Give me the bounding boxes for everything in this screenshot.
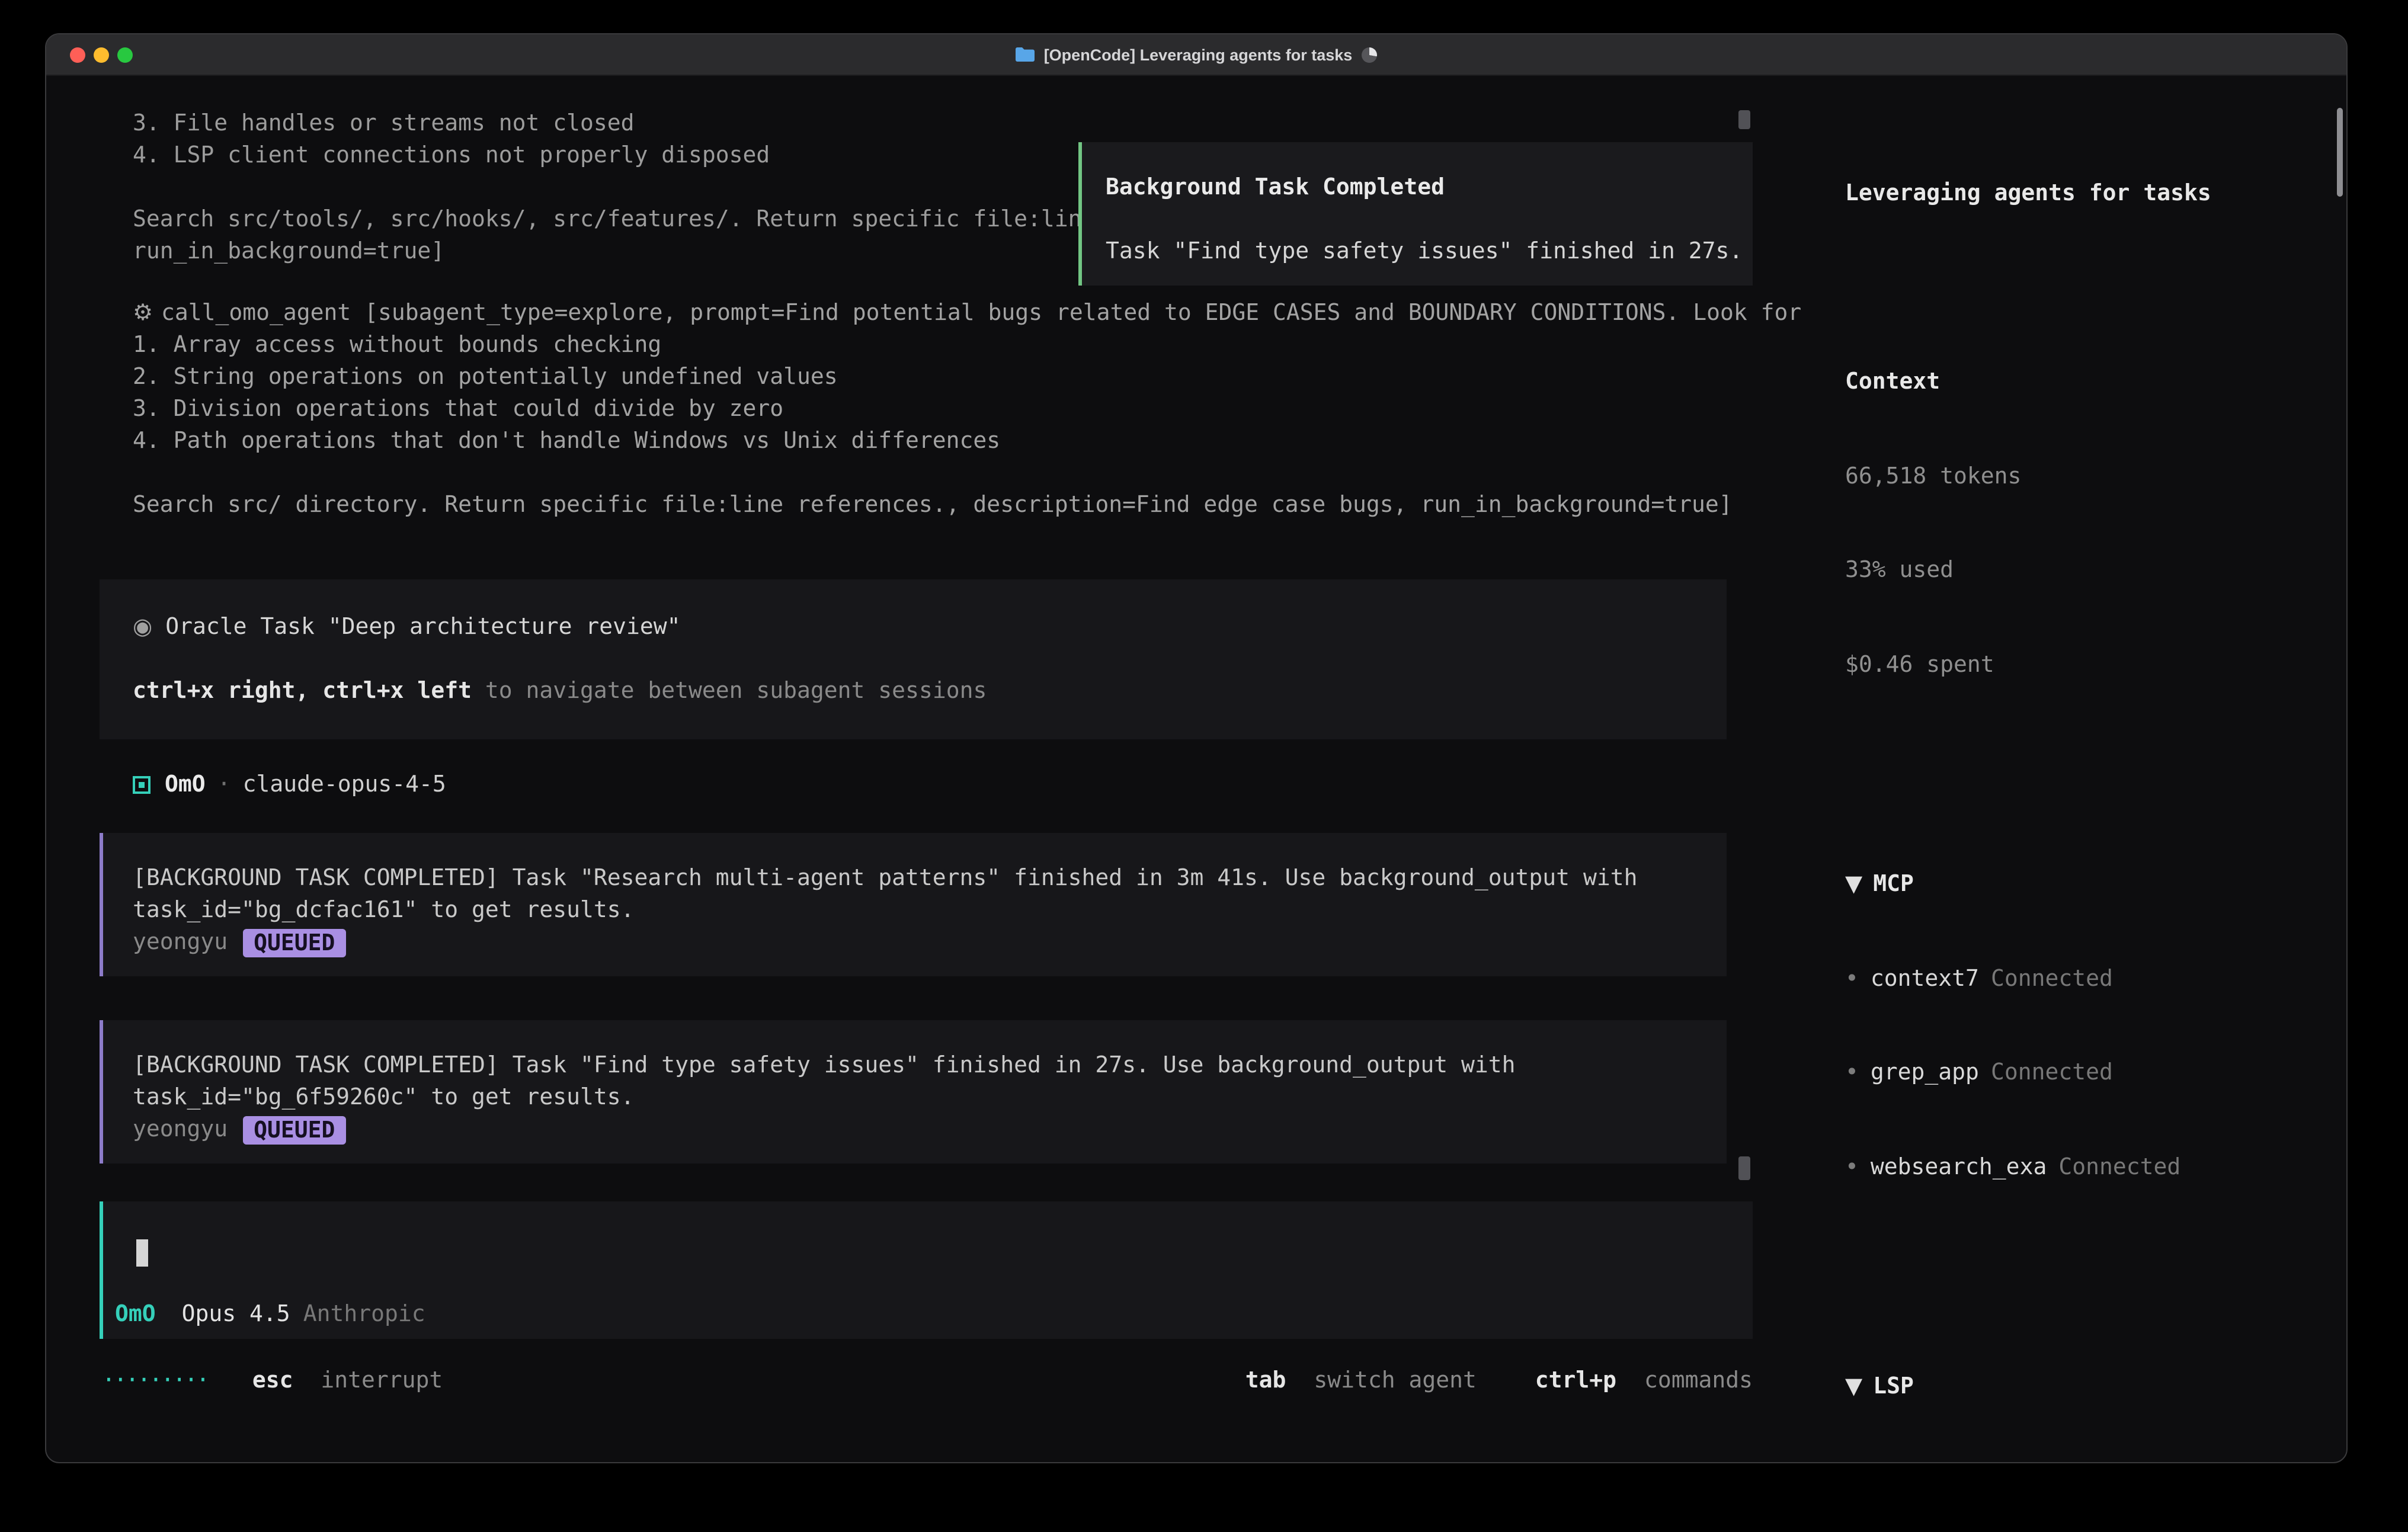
sidebar-scrollbar-thumb[interactable] xyxy=(2337,108,2343,197)
main-scrollbar-thumb-top[interactable] xyxy=(1738,110,1750,129)
tool-call-body: 1. Array access without bounds checking … xyxy=(133,329,1827,521)
mcp-item-status: Connected xyxy=(1991,965,2113,991)
titlebar: [OpenCode] Leveraging agents for tasks xyxy=(46,34,2346,76)
context-spent: $0.46 spent xyxy=(1845,649,2346,680)
message-body: [BACKGROUND TASK COMPLETED] Task "Resear… xyxy=(133,863,1727,927)
agent-name: OmO xyxy=(165,769,206,801)
busy-indicator-icon xyxy=(1362,47,1377,62)
oracle-icon: ◉ xyxy=(133,614,152,640)
main-scrollbar-thumb-bottom[interactable] xyxy=(1738,1156,1750,1180)
queued-badge: QUEUED xyxy=(243,1116,345,1144)
message-footer: yeongyu QUEUED xyxy=(133,1114,1727,1146)
close-button[interactable] xyxy=(70,47,85,63)
input-agent-name: OmO xyxy=(115,1299,156,1331)
chevron-down-icon: ▼ xyxy=(1845,1373,1862,1399)
folder-icon xyxy=(1016,47,1035,62)
tab-key-hint: tab xyxy=(1245,1367,1286,1393)
prompt-input[interactable]: OmO Opus 4.5 Anthropic xyxy=(100,1201,1753,1339)
app: [OpenCode] Leveraging agents for tasks 3… xyxy=(0,0,2408,1532)
esc-key-hint: esc xyxy=(252,1367,293,1393)
gear-icon: ⚙ xyxy=(133,297,161,329)
model-info-row: OmO Opus 4.5 Anthropic xyxy=(115,1299,425,1331)
mcp-item-name: context7 xyxy=(1871,965,1979,991)
sidebar-title: Leveraging agents for tasks xyxy=(1845,178,2346,209)
opencode-window: [OpenCode] Leveraging agents for tasks 3… xyxy=(45,33,2348,1463)
scrollback-text: 3. File handles or streams not closed 4.… xyxy=(133,108,1095,268)
message-user: yeongyu xyxy=(133,927,228,959)
mcp-item-name: websearch_exa xyxy=(1871,1153,2047,1180)
mcp-heading: MCP xyxy=(1873,871,1914,897)
tab-key-label: switch agent xyxy=(1314,1367,1477,1393)
context-tokens: 66,518 tokens xyxy=(1845,460,2346,492)
status-left: ········· esc interrupt xyxy=(102,1365,443,1397)
traffic-lights xyxy=(70,34,133,76)
mcp-item: • websearch_exa Connected xyxy=(1845,1151,2346,1182)
tool-call-line: call_omo_agent [subagent_type=explore, p… xyxy=(161,300,1801,326)
oracle-task-row: ◉ Oracle Task "Deep architecture review" xyxy=(133,611,1727,643)
context-used: 33% used xyxy=(1845,555,2346,586)
mcp-item-status: Connected xyxy=(1991,1059,2113,1085)
omo-agent-icon xyxy=(133,776,150,794)
agent-header: OmO · claude-opus-4-5 xyxy=(133,769,446,801)
message-body: [BACKGROUND TASK COMPLETED] Task "Find t… xyxy=(133,1050,1727,1114)
background-task-toast: Background Task Completed Task "Find typ… xyxy=(1078,142,1753,286)
terminal-main: 3. File handles or streams not closed 4.… xyxy=(46,76,1817,1462)
mcp-item: • grep_app Connected xyxy=(1845,1057,2346,1088)
bullet-icon: • xyxy=(1845,1153,1859,1180)
lsp-section-header[interactable]: ▼ LSP xyxy=(1845,1371,2346,1402)
context-heading: Context xyxy=(1845,366,2346,398)
status-bar: ········· esc interrupt tab switch agent… xyxy=(102,1365,1753,1397)
message-footer: yeongyu QUEUED xyxy=(133,927,1727,959)
shortcut-hint: ctrl+x right, ctrl+x left to navigate be… xyxy=(133,675,1727,707)
toast-title: Background Task Completed xyxy=(1106,172,1748,204)
input-model-provider: Anthropic xyxy=(303,1299,425,1331)
window-title: [OpenCode] Leveraging agents for tasks xyxy=(1044,39,1353,70)
zoom-button[interactable] xyxy=(117,47,133,63)
message-user: yeongyu xyxy=(133,1114,228,1146)
chevron-down-icon: ▼ xyxy=(1845,871,1862,897)
mcp-item-status: Connected xyxy=(2058,1153,2180,1180)
queued-badge: QUEUED xyxy=(243,928,345,957)
ctrl-p-key-hint: ctrl+p xyxy=(1535,1367,1616,1393)
text-cursor xyxy=(136,1239,148,1267)
input-model-name: Opus 4.5 xyxy=(182,1299,290,1331)
mcp-item-name: grep_app xyxy=(1871,1059,1979,1085)
ctrl-p-key-label: commands xyxy=(1644,1367,1753,1393)
tool-call-block: ⚙call_omo_agent [subagent_type=explore, … xyxy=(133,297,1827,521)
agent-separator: · xyxy=(217,769,231,801)
spinner-icon: ········· xyxy=(102,1367,208,1393)
oracle-task-title: Oracle Task "Deep architecture review" xyxy=(165,614,680,640)
lsp-heading: LSP xyxy=(1873,1373,1914,1399)
esc-key-label: interrupt xyxy=(321,1367,443,1393)
mcp-item: • context7 Connected xyxy=(1845,963,2346,994)
bullet-icon: • xyxy=(1845,965,1859,991)
agent-model: claude-opus-4-5 xyxy=(243,769,446,801)
background-task-message: [BACKGROUND TASK COMPLETED] Task "Find t… xyxy=(100,1020,1727,1164)
sidebar: Leveraging agents for tasks Context 66,5… xyxy=(1812,76,2346,1462)
tool-call-header: ⚙call_omo_agent [subagent_type=explore, … xyxy=(133,297,1827,329)
bullet-icon: • xyxy=(1845,1059,1859,1085)
status-right: tab switch agent ctrl+p commands xyxy=(1245,1365,1753,1397)
minimize-button[interactable] xyxy=(94,47,109,63)
toast-body: Task "Find type safety issues" finished … xyxy=(1106,236,1748,268)
mcp-section-header[interactable]: ▼ MCP xyxy=(1845,868,2346,900)
shortcut-description: to navigate between subagent sessions xyxy=(472,678,987,704)
shortcut-keys: ctrl+x right, ctrl+x left xyxy=(133,678,472,704)
oracle-task-panel: ◉Oracle Task "Deep architecture review" … xyxy=(100,579,1727,739)
background-task-message: [BACKGROUND TASK COMPLETED] Task "Resear… xyxy=(100,833,1727,976)
